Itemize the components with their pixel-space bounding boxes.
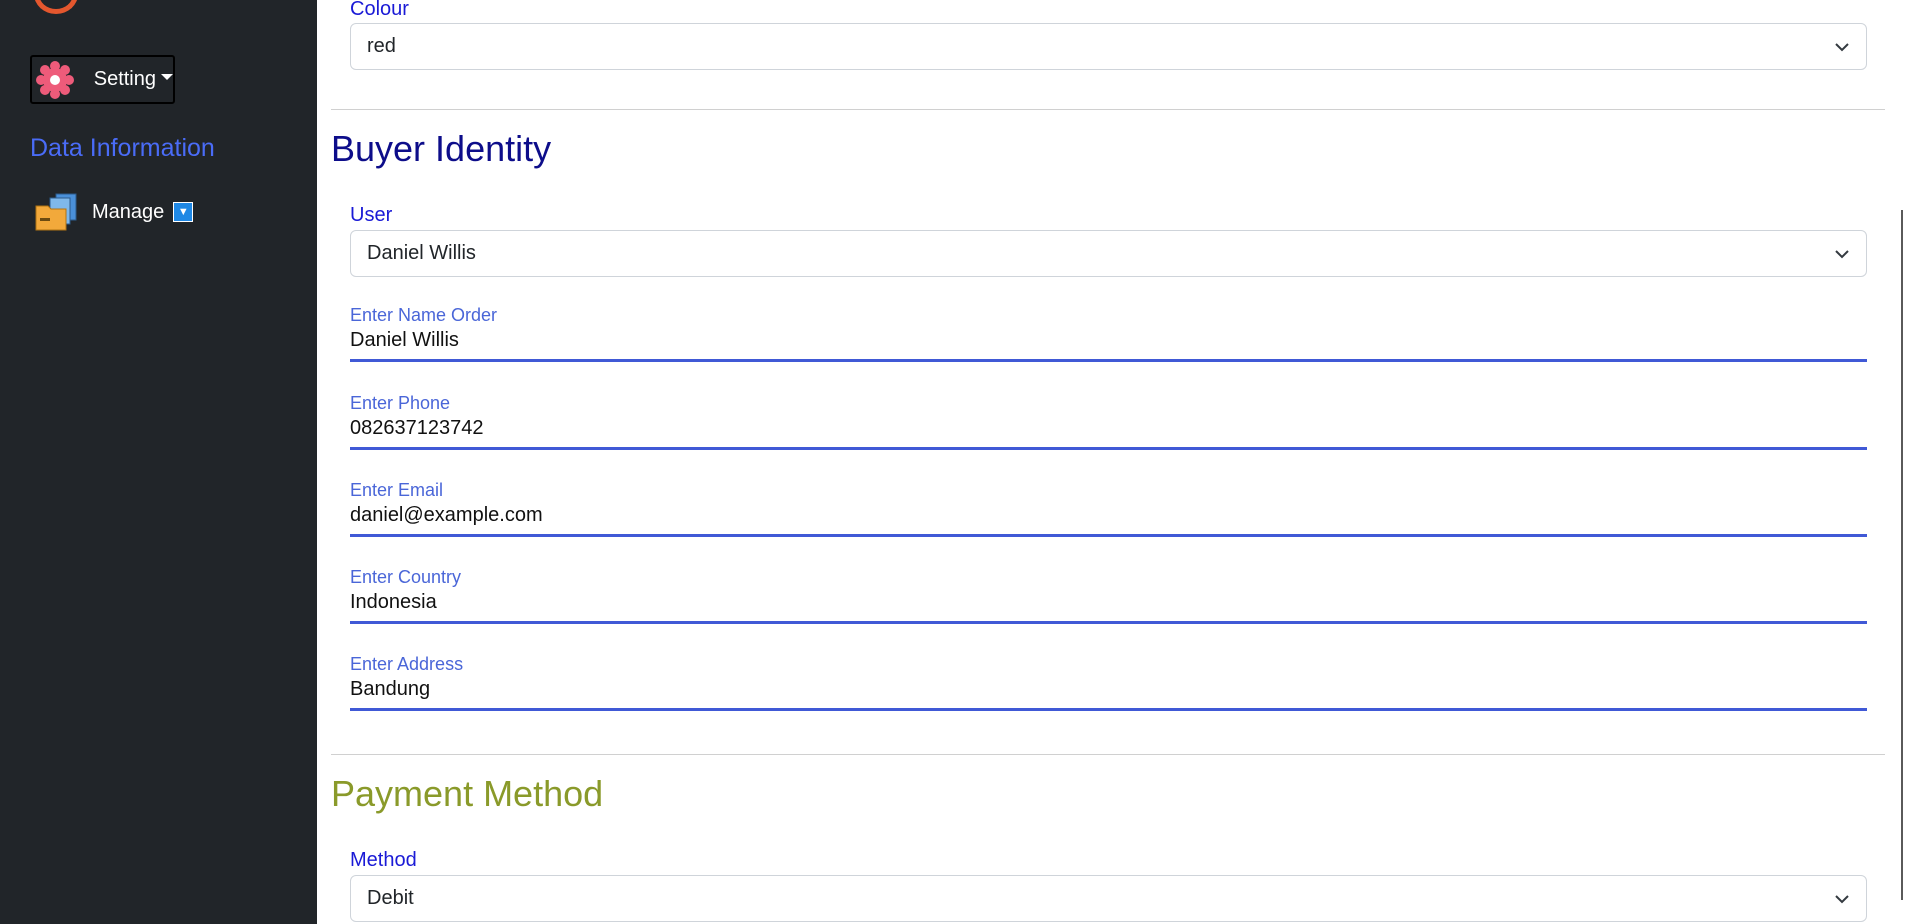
setting-dropdown-button[interactable]: Setting <box>30 55 175 104</box>
main-content: Colour red Buyer Identity User Daniel Wi… <box>317 0 1906 924</box>
colour-select[interactable]: red <box>350 23 1867 70</box>
payment-method-title: Payment Method <box>331 773 604 814</box>
user-select-value: Daniel Willis <box>367 242 476 264</box>
user-select[interactable]: Daniel Willis <box>350 230 1867 277</box>
email-label: Enter Email <box>350 480 444 500</box>
folder-icon <box>34 192 80 232</box>
sidebar-item-manage[interactable]: Manage ▼ <box>34 192 194 232</box>
method-label: Method <box>350 849 417 871</box>
section-divider <box>331 754 1885 755</box>
sidebar: Setting Data Information Manage ▼ <box>0 0 317 924</box>
colour-select-value: red <box>367 35 396 57</box>
user-label: User <box>350 204 393 226</box>
buyer-identity-title: Buyer Identity <box>331 128 552 169</box>
country-field[interactable]: Enter Country Indonesia <box>350 567 1867 624</box>
email-field[interactable]: Enter Email daniel@example.com <box>350 480 1867 537</box>
phone-value: 082637123742 <box>350 417 484 439</box>
sidebar-section-heading: Data Information <box>30 134 215 162</box>
name-order-field[interactable]: Enter Name Order Daniel Willis <box>350 305 1867 362</box>
name-order-label: Enter Name Order <box>350 305 498 325</box>
colour-label: Colour <box>350 0 409 20</box>
country-value: Indonesia <box>350 591 437 613</box>
chevron-down-icon <box>1835 250 1849 259</box>
address-field[interactable]: Enter Address Bandung <box>350 654 1867 711</box>
gear-icon <box>35 59 76 101</box>
address-value: Bandung <box>350 678 431 700</box>
method-select-value: Debit <box>367 887 414 909</box>
phone-field[interactable]: Enter Phone 082637123742 <box>350 393 1867 450</box>
scrollbar[interactable] <box>1892 0 1906 924</box>
app-logo[interactable] <box>34 0 78 14</box>
chevron-down-icon <box>1835 895 1849 904</box>
country-label: Enter Country <box>350 567 462 587</box>
method-select[interactable]: Debit <box>350 875 1867 922</box>
email-value: daniel@example.com <box>350 504 543 526</box>
address-label: Enter Address <box>350 654 464 674</box>
scrollbar-thumb[interactable] <box>1901 210 1903 900</box>
manage-toggle-icon[interactable]: ▼ <box>173 202 194 222</box>
chevron-down-icon <box>1835 43 1849 52</box>
section-divider <box>331 109 1885 110</box>
name-order-value: Daniel Willis <box>350 329 459 351</box>
phone-label: Enter Phone <box>350 393 451 413</box>
setting-label: Setting <box>93 68 156 90</box>
manage-label: Manage <box>92 200 165 223</box>
caret-down-icon <box>161 73 173 80</box>
